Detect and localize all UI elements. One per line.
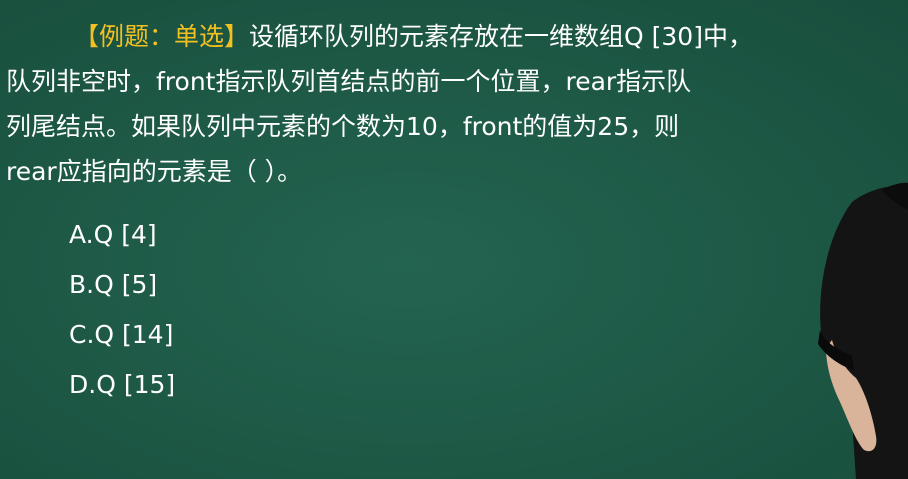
- question-text: 【例题：单选】设循环队列的元素存放在一维数组Q [30]中， 队列非空时，fro…: [6, 14, 866, 194]
- answer-options: A.Q [4] B.Q [5] C.Q [14] D.Q [15]: [69, 210, 175, 410]
- question-line-1: 【例题：单选】设循环队列的元素存放在一维数组Q [30]中，: [6, 14, 866, 59]
- question-line-1-text: 设循环队列的元素存放在一维数组Q [30]中，: [249, 22, 753, 51]
- question-line-4: rear应指向的元素是（ ）。: [6, 157, 303, 186]
- question-line-2: 队列非空时，front指示队列首结点的前一个位置，rear指示队: [6, 67, 692, 96]
- question-type-tag: 【例题：单选】: [74, 22, 250, 51]
- option-a: A.Q [4]: [69, 220, 157, 249]
- question-line-3: 列尾结点。如果队列中元素的个数为10，front的值为25，则: [6, 112, 680, 141]
- option-c: C.Q [14]: [69, 320, 174, 349]
- presenter-figure: [818, 182, 908, 479]
- chalkboard-background: 【例题：单选】设循环队列的元素存放在一维数组Q [30]中， 队列非空时，fro…: [0, 0, 908, 479]
- option-d: D.Q [15]: [69, 370, 176, 399]
- option-b: B.Q [5]: [69, 270, 158, 299]
